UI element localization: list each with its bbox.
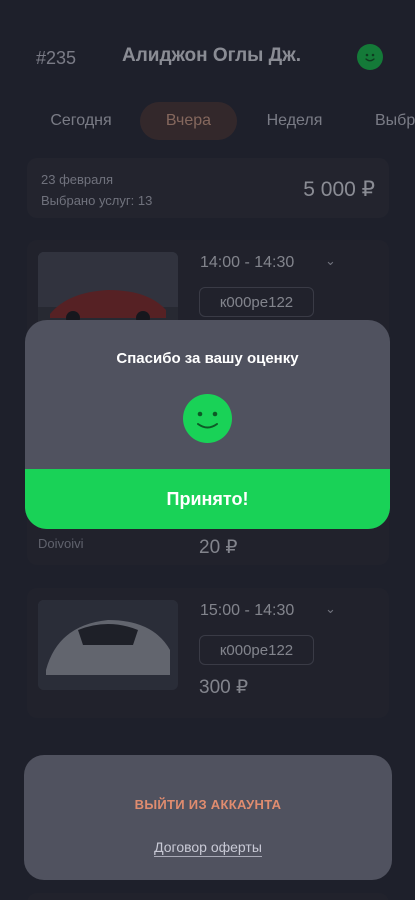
accept-button[interactable]: Принято! (25, 469, 390, 529)
smiley-icon (183, 394, 232, 443)
account-sheet: ВЫЙТИ ИЗ АККАУНТА Договор оферты (24, 755, 392, 880)
modal-title: Спасибо за вашу оценку (116, 350, 299, 367)
offer-link-container: Договор оферты (24, 839, 392, 857)
rating-modal: Спасибо за вашу оценку Принято! (25, 320, 390, 529)
offer-link[interactable]: Договор оферты (154, 839, 262, 857)
logout-button[interactable]: ВЫЙТИ ИЗ АККАУНТА (24, 797, 392, 812)
